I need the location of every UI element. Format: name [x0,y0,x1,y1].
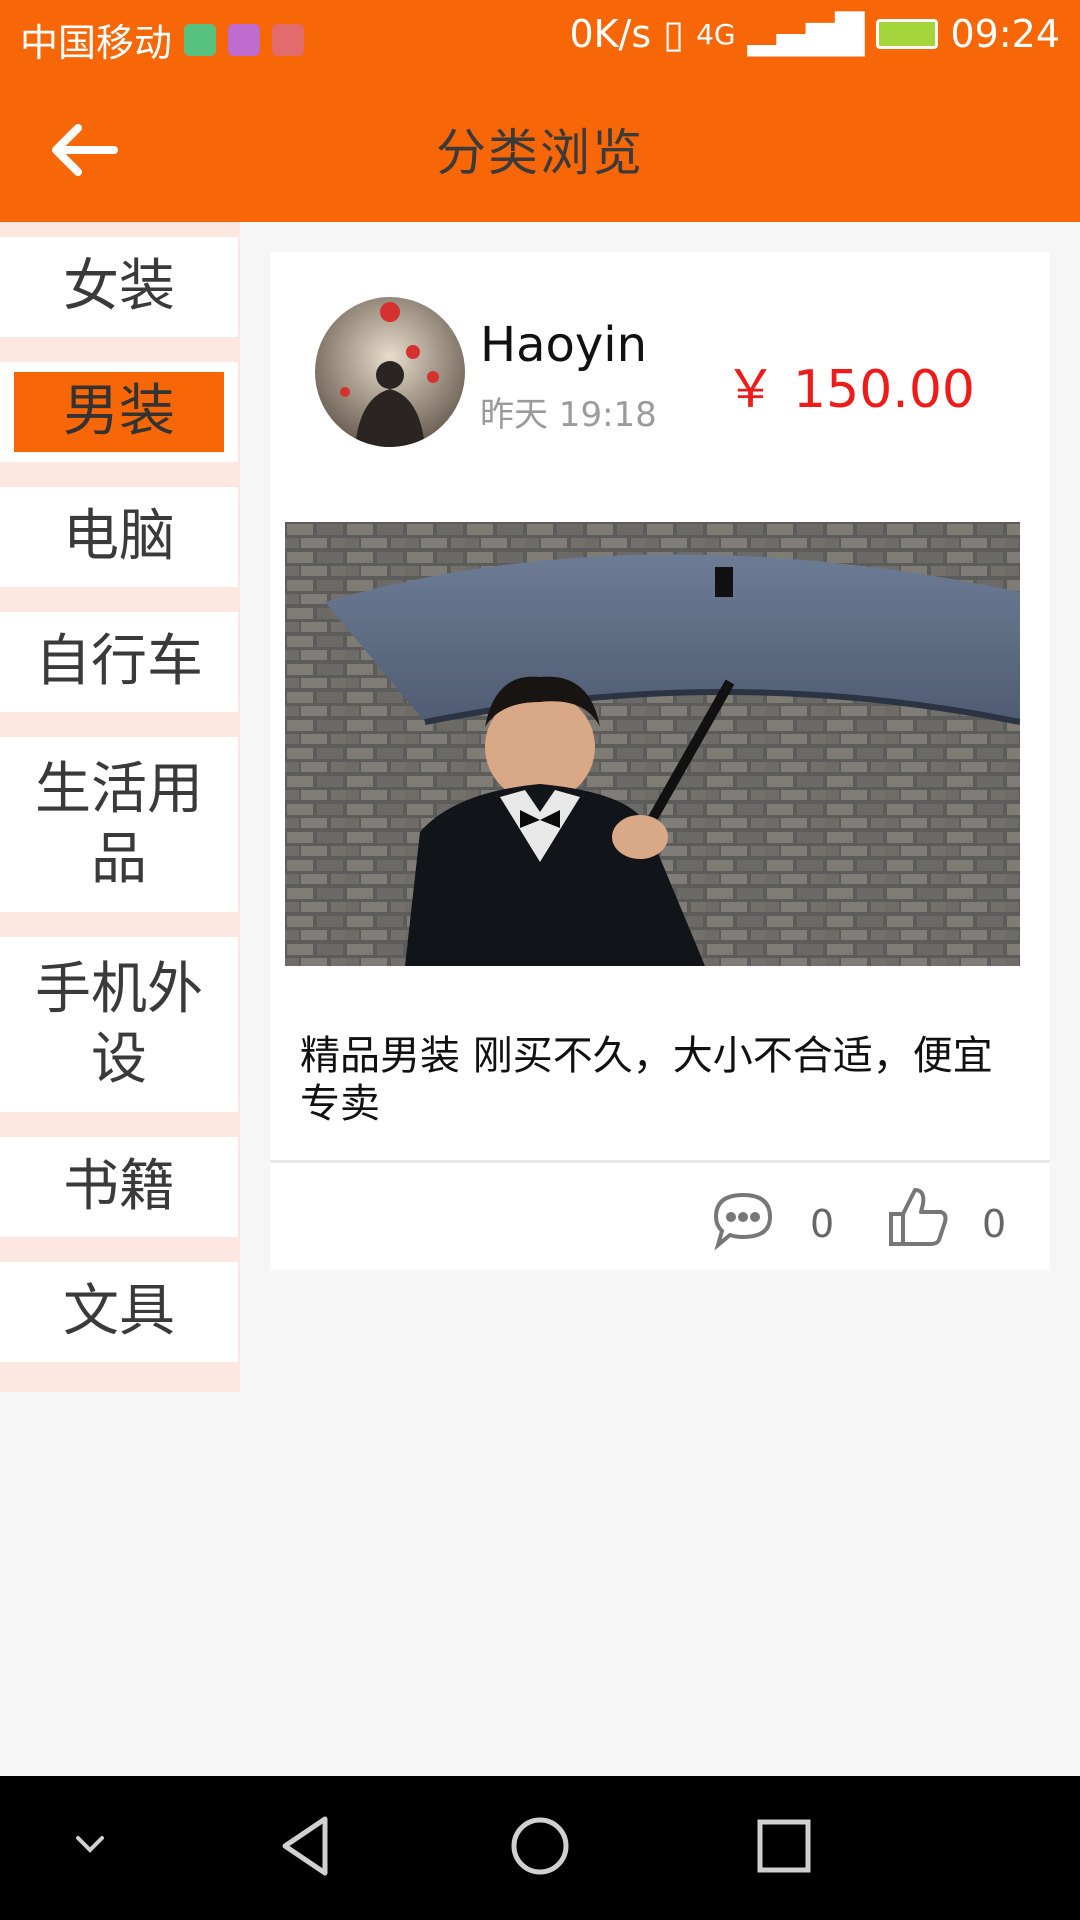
category-label: 文具 [63,1279,175,1344]
price: ￥ 150.00 [724,360,975,420]
category-item[interactable]: 自行车 [0,612,238,712]
category-label: 生活用品 [35,756,203,892]
vibrate-icon: ▯ [663,12,685,56]
category-label: 手机外设 [35,956,203,1092]
category-label: 男装 [14,372,224,452]
comment-count: 0 [810,1202,835,1246]
post-actions: 0 0 [270,1162,1050,1270]
product-card[interactable]: Haoyin 昨天 19:18 ￥ 150.00 精品男装 刚买不久，大小不合适… [270,252,1050,1270]
category-item[interactable]: 手机外设 [0,937,238,1112]
battery-icon [876,19,939,49]
comment-button[interactable] [710,1187,776,1253]
category-item[interactable]: 女装 [0,237,238,337]
status-right: 0K/s ▯ 4G ▂▄▆█ 09:24 [569,12,1060,56]
category-sidebar: 女装 男装 电脑 自行车 生活用品 手机外设 书籍 文具 [0,222,240,1392]
recents-square-icon [757,1819,811,1873]
status-bar: 中国移动 0K/s ▯ 4G ▂▄▆█ 09:24 [0,0,1080,75]
back-triangle-icon [282,1816,328,1876]
status-left: 中国移动 [20,12,305,67]
category-item[interactable]: 书籍 [0,1137,238,1237]
category-label: 自行车 [35,629,203,694]
seller-name: Haoyin [480,317,648,373]
carrier-label: 中国移动 [20,21,173,65]
avatar[interactable] [315,297,465,447]
signal-icon: ▂▄▆█ [747,12,865,56]
product-image [285,522,1020,966]
network-speed: 0K/s [569,12,652,56]
chevron-down-icon [76,1836,104,1853]
like-button[interactable] [885,1184,951,1250]
comment-icon [713,1192,773,1251]
category-label: 书籍 [63,1154,175,1219]
home-circle-icon [511,1817,569,1875]
product-photo[interactable] [285,522,1020,966]
avatar-image [315,297,465,447]
clock: 09:24 [950,12,1060,56]
nav-recents-button[interactable] [752,1811,816,1885]
nav-home-button[interactable] [508,1811,572,1885]
category-item-active[interactable]: 男装 [0,362,238,462]
app-icon [272,23,305,56]
nav-collapse-button[interactable] [70,1824,110,1868]
category-label: 女装 [63,254,175,319]
thumbs-up-icon [889,1188,948,1246]
app-header: 分类浏览 [0,75,1080,222]
system-nav-bar [0,1776,1080,1920]
post-time: 昨天 19:18 [480,395,657,435]
gallery-icon [228,23,261,56]
page-title: 分类浏览 [436,124,644,182]
product-description: 精品男装 刚买不久，大小不合适，便宜专卖 [300,1033,993,1127]
android-icon [184,23,217,56]
category-item[interactable]: 生活用品 [0,737,238,912]
nav-back-button[interactable] [275,1811,335,1885]
like-count: 0 [982,1202,1007,1246]
category-item[interactable]: 电脑 [0,487,238,587]
category-label: 电脑 [63,504,175,569]
category-item[interactable]: 文具 [0,1262,238,1362]
network-type: 4G [696,17,736,51]
